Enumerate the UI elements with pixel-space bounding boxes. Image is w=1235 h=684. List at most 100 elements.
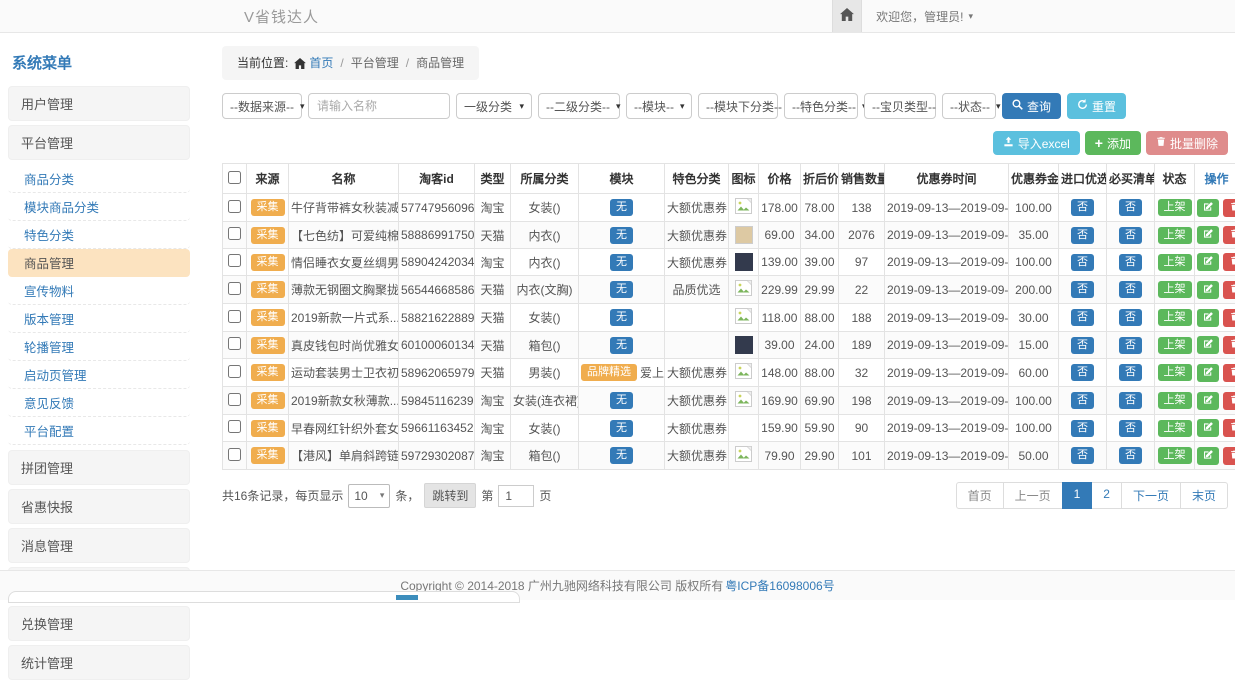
filter-select-1[interactable]: --二级分类--▾ (538, 93, 620, 119)
status-badge[interactable]: 上架 (1158, 281, 1192, 298)
select-all-checkbox[interactable] (228, 171, 241, 184)
import-toggle-badge[interactable]: 否 (1071, 199, 1094, 216)
status-badge[interactable]: 上架 (1158, 364, 1192, 381)
delete-button[interactable] (1223, 199, 1235, 217)
module-none-badge[interactable]: 无 (610, 337, 633, 354)
module-none-badge[interactable]: 无 (610, 309, 633, 326)
import-toggle-badge[interactable]: 否 (1071, 447, 1094, 464)
status-badge[interactable]: 上架 (1158, 309, 1192, 326)
name-search-input[interactable] (308, 93, 450, 119)
import-toggle-badge[interactable]: 否 (1071, 227, 1094, 244)
module-none-badge[interactable]: 无 (610, 227, 633, 244)
status-badge[interactable]: 上架 (1158, 447, 1192, 464)
status-badge[interactable]: 上架 (1158, 199, 1192, 216)
module-none-badge[interactable]: 无 (610, 420, 633, 437)
status-badge[interactable]: 上架 (1158, 392, 1192, 409)
row-checkbox[interactable] (228, 282, 241, 295)
sidebar-group-user[interactable]: 用户管理 (8, 86, 190, 121)
page-button-5[interactable]: 末页 (1180, 482, 1228, 509)
sidebar-item-submenu[interactable]: 版本管理 (8, 305, 190, 333)
must-buy-toggle-badge[interactable]: 否 (1119, 254, 1142, 271)
delete-button[interactable] (1223, 364, 1235, 382)
filter-select-3[interactable]: --模块下分类--▾ (698, 93, 778, 119)
import-excel-button[interactable]: 导入excel (993, 131, 1080, 155)
edit-button[interactable] (1197, 447, 1219, 465)
row-checkbox[interactable] (228, 420, 241, 433)
import-toggle-badge[interactable]: 否 (1071, 309, 1094, 326)
page-button-4[interactable]: 下一页 (1121, 482, 1181, 509)
row-checkbox[interactable] (228, 365, 241, 378)
sidebar-item-submenu[interactable]: 商品分类 (8, 165, 190, 193)
import-toggle-badge[interactable]: 否 (1071, 364, 1094, 381)
sidebar-item-submenu[interactable]: 模块商品分类 (8, 193, 190, 221)
must-buy-toggle-badge[interactable]: 否 (1119, 337, 1142, 354)
module-none-badge[interactable]: 无 (610, 447, 633, 464)
filter-select-2[interactable]: --模块--▾ (626, 93, 692, 119)
status-badge[interactable]: 上架 (1158, 254, 1192, 271)
module-none-badge[interactable]: 无 (610, 281, 633, 298)
row-checkbox[interactable] (228, 200, 241, 213)
sidebar-group[interactable]: 兑换管理 (8, 606, 190, 641)
sidebar-group-platform[interactable]: 平台管理 (8, 125, 190, 160)
icp-link[interactable]: 粤ICP备16098006号 (725, 577, 834, 594)
row-checkbox[interactable] (228, 393, 241, 406)
edit-button[interactable] (1197, 253, 1219, 271)
delete-button[interactable] (1223, 226, 1235, 244)
page-button-2[interactable]: 1 (1062, 482, 1093, 509)
status-badge[interactable]: 上架 (1158, 420, 1192, 437)
delete-button[interactable] (1223, 336, 1235, 354)
must-buy-toggle-badge[interactable]: 否 (1119, 392, 1142, 409)
delete-button[interactable] (1223, 419, 1235, 437)
sidebar-item-submenu[interactable]: 意见反馈 (8, 389, 190, 417)
sidebar-group[interactable]: 消息管理 (8, 528, 190, 563)
status-badge[interactable]: 上架 (1158, 227, 1192, 244)
import-toggle-badge[interactable]: 否 (1071, 337, 1094, 354)
edit-button[interactable] (1197, 309, 1219, 327)
sidebar-group[interactable]: 统计管理 (8, 645, 190, 680)
edit-button[interactable] (1197, 199, 1219, 217)
filter-select-0[interactable]: 一级分类▾ (456, 93, 532, 119)
page-size-select[interactable]: 10 ▾ (348, 484, 390, 508)
sidebar-item-submenu[interactable]: 宣传物料 (8, 277, 190, 305)
edit-button[interactable] (1197, 419, 1219, 437)
filter-select-6[interactable]: --状态--▾ (942, 93, 996, 119)
delete-button[interactable] (1223, 281, 1235, 299)
must-buy-toggle-badge[interactable]: 否 (1119, 364, 1142, 381)
edit-button[interactable] (1197, 226, 1219, 244)
import-toggle-badge[interactable]: 否 (1071, 392, 1094, 409)
must-buy-toggle-badge[interactable]: 否 (1119, 309, 1142, 326)
import-toggle-badge[interactable]: 否 (1071, 420, 1094, 437)
page-button-0[interactable]: 首页 (956, 482, 1004, 509)
page-button-3[interactable]: 2 (1091, 482, 1122, 509)
edit-button[interactable] (1197, 281, 1219, 299)
sidebar-item-goods-manage-active[interactable]: 商品管理 (8, 249, 190, 277)
jump-to-button[interactable]: 跳转到 (424, 483, 476, 508)
row-checkbox[interactable] (228, 227, 241, 240)
sidebar-item-submenu[interactable]: 特色分类 (8, 221, 190, 249)
add-button[interactable]: + 添加 (1085, 131, 1141, 155)
delete-button[interactable] (1223, 309, 1235, 327)
delete-button[interactable] (1223, 253, 1235, 271)
home-button[interactable] (832, 0, 862, 32)
must-buy-toggle-badge[interactable]: 否 (1119, 227, 1142, 244)
edit-button[interactable] (1197, 364, 1219, 382)
sidebar-group[interactable]: 拼团管理 (8, 450, 190, 485)
import-toggle-badge[interactable]: 否 (1071, 254, 1094, 271)
module-none-badge[interactable]: 无 (610, 199, 633, 216)
filter-select-5[interactable]: --宝贝类型--▾ (864, 93, 936, 119)
edit-button[interactable] (1197, 336, 1219, 354)
row-checkbox[interactable] (228, 254, 241, 267)
must-buy-toggle-badge[interactable]: 否 (1119, 199, 1142, 216)
must-buy-toggle-badge[interactable]: 否 (1119, 281, 1142, 298)
must-buy-toggle-badge[interactable]: 否 (1119, 420, 1142, 437)
import-toggle-badge[interactable]: 否 (1071, 281, 1094, 298)
sidebar-item-submenu[interactable]: 轮播管理 (8, 333, 190, 361)
edit-button[interactable] (1197, 392, 1219, 410)
sidebar-item-submenu[interactable]: 启动页管理 (8, 361, 190, 389)
jump-page-input[interactable] (498, 485, 534, 507)
status-badge[interactable]: 上架 (1158, 337, 1192, 354)
user-menu[interactable]: 欢迎您，管理员! ▾ (862, 8, 983, 25)
delete-button[interactable] (1223, 392, 1235, 410)
page-button-1[interactable]: 上一页 (1003, 482, 1063, 509)
batch-delete-button[interactable]: 批量删除 (1146, 131, 1228, 155)
